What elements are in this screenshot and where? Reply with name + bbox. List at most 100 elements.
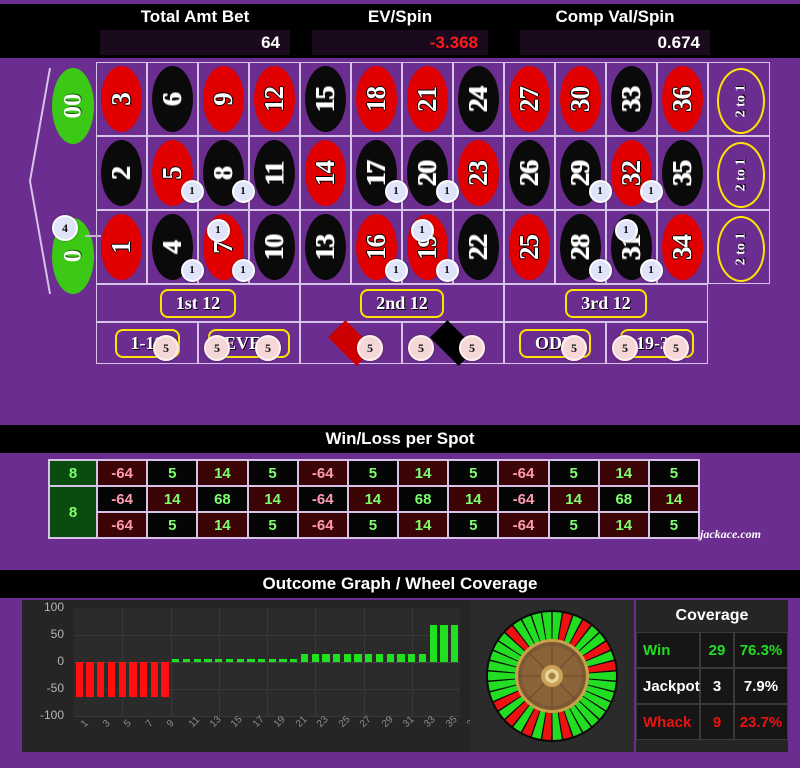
chart-bar xyxy=(408,654,416,662)
column-bet-2[interactable]: 2 to 1 xyxy=(708,136,770,210)
chip-1[interactable]: 1 xyxy=(588,258,612,282)
dozen-bet-2[interactable]: 2nd 12 xyxy=(300,284,504,322)
stat-value: 0.674 xyxy=(520,30,710,55)
bet-cell-36[interactable]: 36 xyxy=(657,62,708,136)
bet-cell-22[interactable]: 22 xyxy=(453,210,504,284)
chip-1[interactable]: 1 xyxy=(410,218,434,242)
dozen-bet-1[interactable]: 1st 12 xyxy=(96,284,300,322)
bet-cell-double-zero[interactable]: 00 xyxy=(52,68,94,144)
coverage-row-whack: Whack 9 23.7% xyxy=(636,704,788,740)
bet-cell-11[interactable]: 11 xyxy=(249,136,300,210)
bet-cell-13[interactable]: 13 xyxy=(300,210,351,284)
chip-5[interactable]: 5 xyxy=(612,335,638,361)
bet-cell-33[interactable]: 33 xyxy=(606,62,657,136)
winloss-cell: 5 xyxy=(147,460,198,486)
coverage-panel: Coverage Win 29 76.3% Jackpot 3 7.9% Whack 9 23.… xyxy=(636,600,788,752)
chip-1[interactable]: 1 xyxy=(639,179,663,203)
bet-cell-12[interactable]: 12 xyxy=(249,62,300,136)
stat-comp-val-per-spin: Comp Val/Spin 0.674 xyxy=(520,4,710,58)
bet-cell-15[interactable]: 15 xyxy=(300,62,351,136)
chip-5[interactable]: 5 xyxy=(357,335,383,361)
chip-5[interactable]: 5 xyxy=(204,335,230,361)
chip-1[interactable]: 1 xyxy=(435,258,459,282)
chip-1[interactable]: 1 xyxy=(435,179,459,203)
bet-cell-18[interactable]: 18 xyxy=(351,62,402,136)
number-label: 36 xyxy=(667,86,697,112)
winloss-cell: 5 xyxy=(347,460,399,486)
chip-1[interactable]: 1 xyxy=(231,258,255,282)
bet-cell-30[interactable]: 30 xyxy=(555,62,606,136)
column-bet-1[interactable]: 2 to 1 xyxy=(708,62,770,136)
winloss-zero-cell: 8 xyxy=(49,486,97,538)
winloss-cell: 14 xyxy=(197,460,248,486)
bet-cell-24[interactable]: 24 xyxy=(453,62,504,136)
bet-cell-23[interactable]: 23 xyxy=(453,136,504,210)
number-oval: 24 xyxy=(458,66,499,132)
chip-5[interactable]: 5 xyxy=(153,335,179,361)
zero-label: 0 xyxy=(59,249,86,263)
bet-cell-34[interactable]: 34 xyxy=(657,210,708,284)
winloss-cell: 5 xyxy=(448,512,499,538)
winloss-cell: 14 xyxy=(598,512,649,538)
column-bet-3[interactable]: 2 to 1 xyxy=(708,210,770,284)
chip-4[interactable]: 4 xyxy=(52,215,78,241)
chip-5[interactable]: 5 xyxy=(459,335,485,361)
winloss-cell: -64 xyxy=(498,486,549,512)
bet-cell-21[interactable]: 21 xyxy=(402,62,453,136)
bet-cell-10[interactable]: 10 xyxy=(249,210,300,284)
bet-cell-1[interactable]: 1 xyxy=(96,210,147,284)
chip-1[interactable]: 1 xyxy=(384,179,408,203)
bet-cell-3[interactable]: 3 xyxy=(96,62,147,136)
chip-1[interactable]: 1 xyxy=(588,179,612,203)
bet-cell-35[interactable]: 35 xyxy=(657,136,708,210)
coverage-rows: Win 29 76.3% Jackpot 3 7.9% Whack 9 23.7% xyxy=(636,632,788,740)
bet-cell-6[interactable]: 6 xyxy=(147,62,198,136)
chart-bar xyxy=(397,654,405,662)
outside-bet-odd[interactable]: ODD xyxy=(504,322,606,364)
coverage-percent: 23.7% xyxy=(734,704,788,740)
bet-cell-27[interactable]: 27 xyxy=(504,62,555,136)
outside-bet-1-18[interactable]: 1-18 xyxy=(96,322,198,364)
number-label: 10 xyxy=(259,234,289,260)
chip-5[interactable]: 5 xyxy=(663,335,689,361)
chart-y-tick: 100 xyxy=(43,600,64,614)
chart-bar xyxy=(290,659,298,662)
number-oval: 11 xyxy=(254,140,295,206)
chart-bar xyxy=(279,659,287,662)
column-bet-label: 2 to 1 xyxy=(732,158,748,192)
number-label: 9 xyxy=(208,92,238,106)
chip-1[interactable]: 1 xyxy=(206,218,230,242)
winloss-cell: 14 xyxy=(548,486,599,512)
bet-cell-25[interactable]: 25 xyxy=(504,210,555,284)
winloss-cell: 5 xyxy=(448,460,499,486)
bet-cell-26[interactable]: 26 xyxy=(504,136,555,210)
bet-cell-14[interactable]: 14 xyxy=(300,136,351,210)
chip-1[interactable]: 1 xyxy=(180,179,204,203)
winloss-cell: 5 xyxy=(147,512,198,538)
dozen-bet-3[interactable]: 3rd 12 xyxy=(504,284,708,322)
coverage-percent: 76.3% xyxy=(734,632,788,668)
number-oval: 1 xyxy=(101,214,142,280)
number-oval: 2 xyxy=(101,140,142,206)
number-label: 15 xyxy=(310,86,340,112)
bet-cell-2[interactable]: 2 xyxy=(96,136,147,210)
number-label: 27 xyxy=(514,86,544,112)
chip-1[interactable]: 1 xyxy=(231,179,255,203)
winloss-cell: 68 xyxy=(398,486,449,512)
chart-bar xyxy=(247,659,255,662)
chip-1[interactable]: 1 xyxy=(384,258,408,282)
chip-1[interactable]: 1 xyxy=(614,218,638,242)
chip-5[interactable]: 5 xyxy=(408,335,434,361)
winloss-title-bar: Win/Loss per Spot xyxy=(0,425,800,453)
chip-1[interactable]: 1 xyxy=(639,258,663,282)
chip-1[interactable]: 1 xyxy=(180,258,204,282)
chip-5[interactable]: 5 xyxy=(255,335,281,361)
site-watermark: jackace.com xyxy=(700,527,761,541)
winloss-cell: -64 xyxy=(498,512,549,538)
outside-bet-red[interactable] xyxy=(300,320,402,366)
bet-cell-9[interactable]: 9 xyxy=(198,62,249,136)
chip-5[interactable]: 5 xyxy=(561,335,587,361)
chart-x-tick: 5 xyxy=(122,718,134,730)
stat-total-amt-bet: Total Amt Bet 64 xyxy=(100,4,290,58)
number-label: 17 xyxy=(361,160,391,186)
